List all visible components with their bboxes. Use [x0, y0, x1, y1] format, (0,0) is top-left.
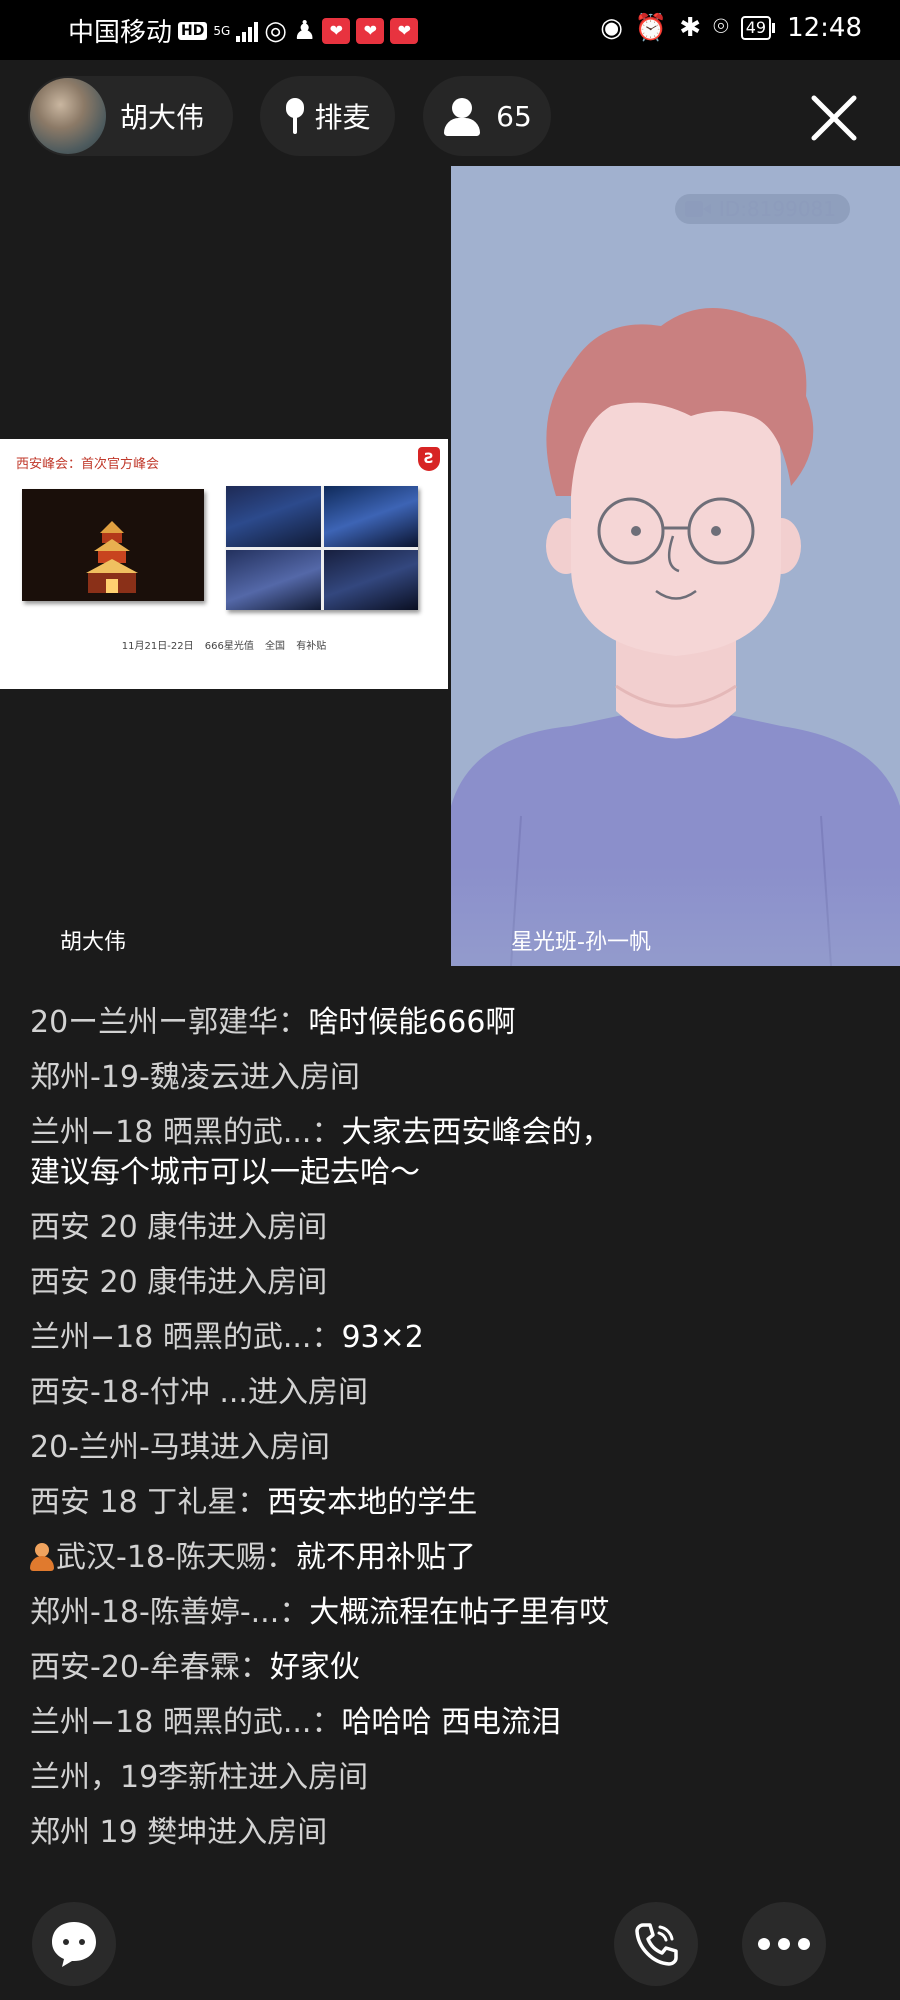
chat-message: 兰州−18 晒黑的武...：哈哈哈 西电流泪 — [30, 1703, 650, 1743]
chat-message: 武汉-18-陈天赐：就不用补贴了 — [30, 1538, 650, 1578]
guest-video-label: 星光班-孙一帆 — [511, 930, 651, 955]
join-notice-text: 西安 20 康伟进入房间 — [30, 1210, 328, 1245]
join-notice: 兰州，19李新柱进入房间 — [30, 1758, 650, 1798]
event-photo-grid — [226, 486, 418, 610]
join-notice-text: 郑州-19-魏凌云进入房间 — [30, 1060, 360, 1095]
message-text: 就不用补贴了 — [295, 1540, 476, 1575]
tower-image — [72, 517, 152, 597]
slide-title: 西安峰会：首次官方峰会 — [16, 457, 160, 472]
join-notice: 郑州 19 樊坤进入房间 — [30, 1813, 650, 1853]
host-video-label: 胡大伟 — [60, 930, 127, 955]
join-notice: 郑州-19-魏凌云进入房间 — [30, 1058, 650, 1098]
slide-footer: 11月21日-22日 666星光值 全国 有补贴 — [121, 641, 327, 652]
mic-queue-label: 排麦 — [314, 101, 371, 134]
join-notice-text: 西安-18-付冲 ...进入房间 — [30, 1375, 368, 1410]
event-photo — [323, 486, 418, 547]
person-icon — [442, 96, 482, 136]
shared-slide: 西安峰会：首次官方峰会 Ƨ 11月21日-22日 666星光值 全国 有补贴 — [0, 439, 448, 689]
message-text: 西安本地的学生 — [267, 1485, 478, 1520]
app-notification-icon: ❤ — [390, 17, 419, 44]
carrier-name: 中国移动 — [68, 18, 173, 48]
network-type: 5G — [213, 23, 231, 38]
chat-bubble-icon — [52, 1922, 96, 1967]
status-bar: 中国移动 HD 5G ◎ ♟ ❤ ❤ ❤ ◉ ⏰ ✱ ⌾ 49 12:48 — [0, 0, 900, 60]
hotspot-icon: ◎ — [264, 15, 287, 46]
viewer-count: 65 — [496, 99, 532, 133]
message-sender[interactable]: 西安-20-牟春霖： — [30, 1650, 270, 1685]
hd-badge: HD — [178, 21, 208, 40]
mic-queue-button[interactable]: 排麦 — [260, 76, 395, 156]
join-notice-text: 20-兰州-马琪进入房间 — [30, 1430, 330, 1465]
event-photo — [226, 486, 321, 547]
chat-message: 郑州-18-陈善婷-...：大概流程在帖子里有哎 — [30, 1593, 630, 1633]
more-dots-icon — [758, 1938, 810, 1950]
status-left: 中国移动 HD 5G ◎ ♟ ❤ ❤ ❤ — [68, 12, 419, 49]
join-notice-text: 西安 20 康伟进入房间 — [30, 1265, 328, 1300]
chat-message-list[interactable]: 20ー兰州ー郭建华：啥时候能666啊 郑州-19-魏凌云进入房间 兰州−18 晒… — [30, 1003, 650, 1888]
join-notice-text: 郑州 19 樊坤进入房间 — [30, 1815, 328, 1850]
message-text: 啥时候能666啊 — [308, 1005, 516, 1040]
phone-icon — [635, 1923, 678, 1966]
default-avatar-illustration — [451, 308, 900, 966]
chat-message: 兰州−18 晒黑的武...：大家去西安峰会的，建议每个城市可以一起去哈～ — [30, 1113, 630, 1193]
guest-video-pane[interactable]: ID:8199081 星光班-孙一帆 — [451, 166, 900, 966]
message-sender[interactable]: 兰州−18 晒黑的武...： — [30, 1320, 341, 1355]
alarm-icon: ⏰ — [634, 12, 668, 43]
chat-message: 兰州−18 晒黑的武...：93×2 — [30, 1318, 650, 1358]
join-notice: 西安 20 康伟进入房间 — [30, 1208, 650, 1248]
more-options-button[interactable] — [742, 1902, 826, 1986]
chat-message: 西安 18 丁礼星：西安本地的学生 — [30, 1483, 650, 1523]
user-badge-icon — [30, 1543, 54, 1571]
host-info[interactable]: 胡大伟 — [28, 76, 233, 156]
host-name: 胡大伟 — [120, 101, 205, 134]
message-sender[interactable]: 兰州−18 晒黑的武...： — [30, 1115, 341, 1150]
event-photo — [323, 549, 418, 610]
host-avatar[interactable] — [30, 78, 106, 154]
message-sender[interactable]: 兰州−18 晒黑的武...： — [30, 1705, 341, 1740]
message-sender[interactable]: 武汉-18-陈天赐： — [56, 1540, 296, 1575]
bluetooth-icon: ✱ — [679, 12, 702, 43]
location-icon: ⌾ — [713, 12, 729, 42]
message-text: 大概流程在帖子里有哎 — [309, 1595, 610, 1630]
join-notice: 西安-18-付冲 ...进入房间 — [30, 1373, 650, 1413]
bell-tower-photo — [22, 489, 204, 601]
chat-message: 西安-20-牟春霖：好家伙 — [30, 1648, 650, 1688]
battery-level: 49 — [740, 15, 772, 40]
message-sender[interactable]: 20ー兰州ー郭建华： — [30, 1005, 308, 1040]
join-notice: 西安 20 康伟进入房间 — [30, 1263, 650, 1303]
message-text: 哈哈哈 西电流泪 — [341, 1705, 562, 1740]
battery-icon: 49 — [740, 15, 776, 40]
join-notice-text: 兰州，19李新柱进入房间 — [30, 1760, 369, 1795]
signal-icon — [236, 20, 259, 42]
eye-icon: ◉ — [600, 12, 623, 43]
qq-icon: ♟ — [292, 15, 317, 46]
host-video-pane[interactable]: 西安峰会：首次官方峰会 Ƨ 11月21日-22日 666星光值 全国 有补贴 — [0, 166, 450, 966]
chat-message: 20ー兰州ー郭建华：啥时候能666啊 — [30, 1003, 650, 1043]
join-notice: 20-兰州-马琪进入房间 — [30, 1428, 650, 1468]
status-right: ◉ ⏰ ✱ ⌾ 49 12:48 — [600, 12, 862, 43]
chat-input-button[interactable] — [32, 1902, 116, 1986]
app-notification-icon: ❤ — [322, 17, 351, 44]
brand-logo-icon: Ƨ — [418, 447, 440, 471]
message-sender[interactable]: 西安 18 丁礼星： — [30, 1485, 267, 1520]
event-photo — [226, 549, 321, 610]
close-icon[interactable] — [808, 92, 860, 144]
message-text: 93×2 — [341, 1320, 424, 1355]
message-text: 好家伙 — [269, 1650, 360, 1685]
join-call-button[interactable] — [614, 1902, 698, 1986]
clock: 12:48 — [787, 12, 862, 43]
microphone-icon — [284, 98, 305, 134]
viewer-count-button[interactable]: 65 — [423, 76, 551, 156]
app-notification-icon: ❤ — [356, 17, 385, 44]
message-sender[interactable]: 郑州-18-陈善婷-...： — [30, 1595, 309, 1630]
